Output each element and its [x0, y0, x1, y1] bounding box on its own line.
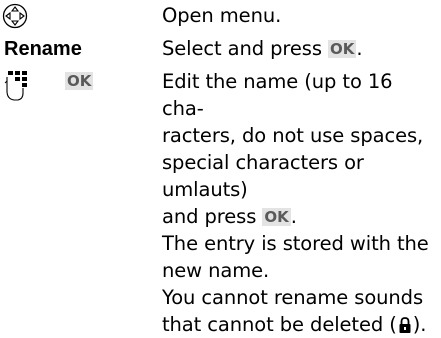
- step-rename-desc: Select and press OK.: [162, 35, 438, 62]
- note-line-1: You cannot rename sounds: [162, 286, 424, 309]
- note-line-2-end: ).: [412, 313, 427, 336]
- step-rename: Rename Select and press OK.: [0, 35, 441, 65]
- edit-line-4: and press OK.: [162, 203, 438, 230]
- step-edit-text: Edit the name (up to 16 cha- racters, do…: [162, 68, 438, 338]
- ok-key-inline: OK: [262, 208, 291, 226]
- stored-line-2: new name.: [162, 259, 270, 282]
- stored-line-1: The entry is stored with the: [162, 232, 429, 255]
- instruction-list: Open menu. Rename Select and press OK. O…: [0, 0, 441, 336]
- edit-line-1: Edit the name (up to 16 cha-: [162, 70, 393, 120]
- ok-key-left: OK: [65, 72, 94, 90]
- edit-line-3: special characters or umlauts): [162, 151, 364, 201]
- lock-icon: [399, 317, 411, 333]
- rename-term: Rename: [4, 38, 82, 60]
- navigation-key-icon: [2, 3, 28, 29]
- keypad-icon: [4, 71, 27, 101]
- step-rename-text: Select and press: [162, 37, 329, 60]
- ok-key: OK: [328, 40, 357, 58]
- note-line-2-text: that cannot be deleted (: [162, 313, 397, 336]
- edit-line-4-period: .: [290, 205, 297, 228]
- step-rename-period: .: [356, 37, 363, 60]
- edit-line-4-text: and press: [162, 205, 263, 228]
- step-open-menu: Open menu.: [0, 2, 441, 32]
- note-line-2: that cannot be deleted ().: [162, 311, 438, 338]
- step-open-menu-text: Open menu.: [162, 4, 282, 27]
- step-edit-name: OK Edit the name (up to 16 cha- racters,…: [0, 68, 441, 336]
- edit-line-2: racters, do not use spaces,: [162, 124, 424, 147]
